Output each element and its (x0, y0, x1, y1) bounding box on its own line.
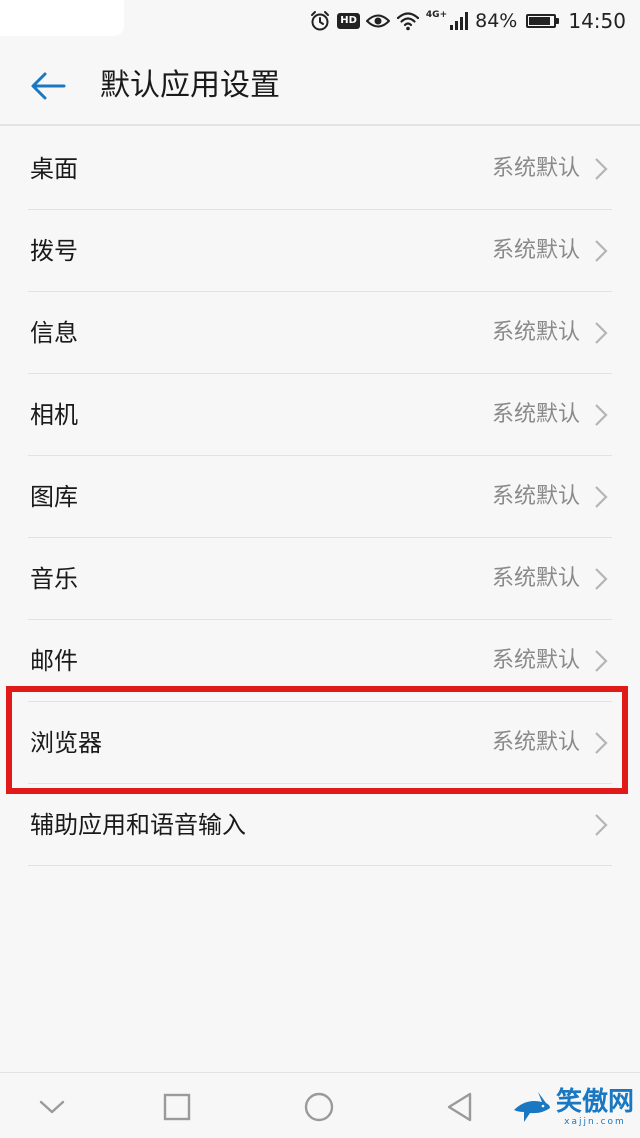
eye-icon (365, 12, 390, 30)
back-button[interactable] (22, 62, 74, 110)
square-icon (163, 1093, 191, 1121)
chevron-right-icon (595, 486, 608, 508)
clock: 14:50 (568, 9, 626, 33)
chevron-right-icon (595, 814, 608, 836)
battery-icon (526, 14, 560, 28)
item-value: 系统默认 (491, 238, 580, 263)
default-apps-list: 桌面 系统默认 拨号 系统默认 信息 系统默认 相机 系统默认 图库 系统默认 … (0, 128, 640, 866)
nav-recents-button[interactable] (157, 1087, 197, 1127)
item-label: 桌面 (30, 155, 78, 183)
chevron-right-icon (595, 322, 608, 344)
chevron-right-icon (595, 732, 608, 754)
chevron-down-icon (39, 1100, 65, 1114)
item-value: 系统默认 (491, 320, 580, 345)
triangle-back-icon (447, 1092, 472, 1122)
item-label: 音乐 (30, 565, 78, 593)
nav-collapse-button[interactable] (32, 1087, 72, 1127)
battery-level (529, 17, 550, 25)
status-bar-notch (0, 0, 124, 36)
item-label: 相机 (30, 401, 78, 429)
chevron-right-icon (595, 158, 608, 180)
item-value: 系统默认 (491, 402, 580, 427)
chevron-right-icon (595, 240, 608, 262)
item-value: 系统默认 (491, 566, 580, 591)
item-label: 邮件 (30, 647, 78, 675)
battery-percent: 84% (475, 10, 518, 32)
watermark-text: 笑傲网 (555, 1087, 634, 1117)
list-item-browser[interactable]: 浏览器 系统默认 (28, 702, 612, 784)
item-value: 系统默认 (491, 484, 580, 509)
item-label: 图库 (30, 483, 78, 511)
item-label: 辅助应用和语音输入 (30, 811, 246, 839)
chevron-right-icon (595, 404, 608, 426)
title-bar: 默认应用设置 (0, 42, 640, 126)
signal-icon (449, 11, 469, 31)
item-label: 拨号 (30, 237, 78, 265)
page-title: 默认应用设置 (100, 68, 280, 103)
watermark-subtext: xajjn.com (564, 1117, 626, 1127)
nav-back-button[interactable] (440, 1087, 480, 1127)
navigation-bar: 笑傲网 xajjn.com (0, 1072, 640, 1138)
watermark-text-block: 笑傲网 xajjn.com (556, 1087, 634, 1127)
status-bar: HD 4G+ 84% 14:50 (0, 0, 640, 42)
status-icons: HD 4G+ 84% 14:50 (309, 7, 626, 35)
nav-home-button[interactable] (299, 1087, 339, 1127)
list-item-messages[interactable]: 信息 系统默认 (28, 292, 612, 374)
list-item-dialer[interactable]: 拨号 系统默认 (28, 210, 612, 292)
alarm-icon (309, 10, 331, 32)
hd-badge: HD (337, 13, 360, 29)
network-type-label: 4G+ (425, 10, 448, 20)
item-value: 系统默认 (491, 156, 580, 181)
arrow-left-icon (31, 72, 66, 100)
list-item-gallery[interactable]: 图库 系统默认 (28, 456, 612, 538)
list-item-assist-voice-input[interactable]: 辅助应用和语音输入 (28, 784, 612, 866)
list-item-email[interactable]: 邮件 系统默认 (28, 620, 612, 702)
chevron-right-icon (595, 650, 608, 672)
chevron-right-icon (595, 568, 608, 590)
item-label: 浏览器 (30, 729, 102, 757)
watermark: 笑傲网 xajjn.com (512, 1081, 634, 1133)
list-item-camera[interactable]: 相机 系统默认 (28, 374, 612, 456)
shark-logo-icon (513, 1092, 550, 1122)
item-value: 系统默认 (491, 648, 580, 673)
wifi-icon (396, 11, 420, 31)
item-value: 系统默认 (491, 730, 580, 755)
item-label: 信息 (30, 319, 78, 347)
list-item-desktop[interactable]: 桌面 系统默认 (28, 128, 612, 210)
list-item-music[interactable]: 音乐 系统默认 (28, 538, 612, 620)
circle-icon (304, 1092, 334, 1122)
